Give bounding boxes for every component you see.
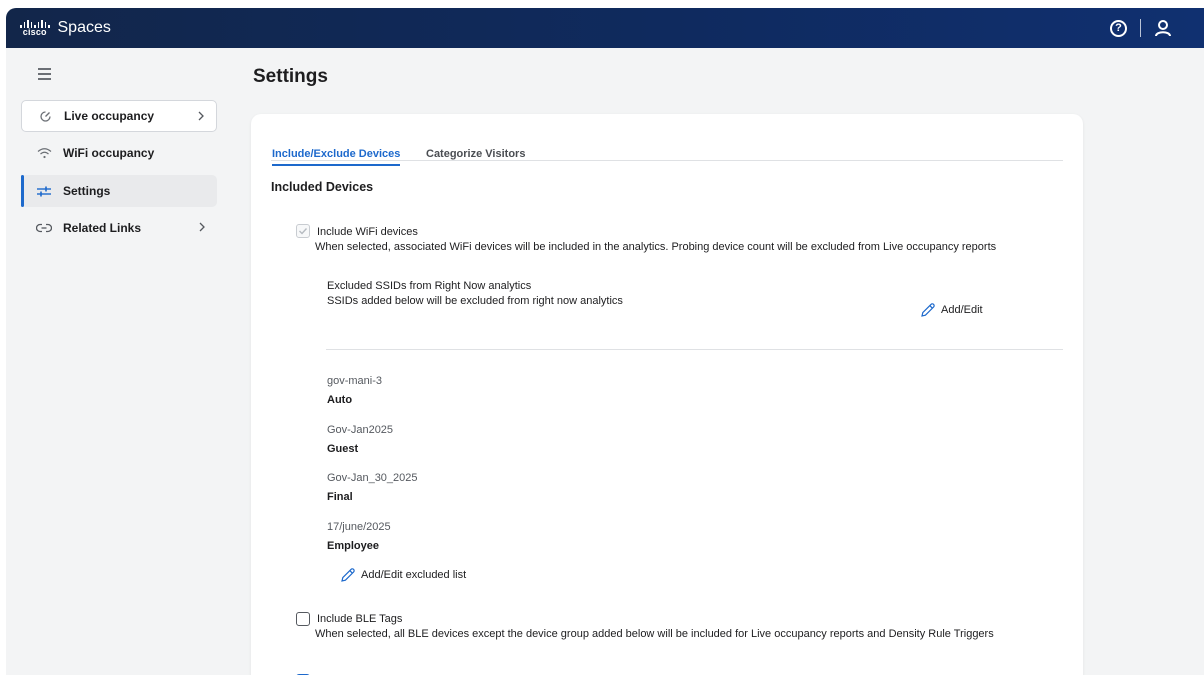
sidebar-item-related-links[interactable]: Related Links [21, 212, 217, 244]
add-edit-label: Add/Edit [941, 304, 983, 316]
include-wifi-label: Include WiFi devices [317, 226, 418, 238]
sidebar-item-label: Settings [63, 184, 111, 198]
sidebar-item-wifi-occupancy[interactable]: WiFi occupancy [21, 137, 217, 169]
sidebar: Live occupancy WiFi occupancy Settings R… [6, 48, 228, 675]
excluded-ssids-subtitle: SSIDs added below will be excluded from … [327, 295, 623, 307]
sidebar-item-label: Live occupancy [64, 109, 155, 123]
page-title: Settings [253, 66, 328, 87]
ssid-name: Gov-Jan2025 [327, 424, 394, 436]
include-wifi-checkbox[interactable] [296, 224, 310, 238]
add-edit-button[interactable]: Add/Edit [920, 302, 983, 318]
tab-include-exclude-devices[interactable]: Include/Exclude Devices [272, 148, 401, 166]
header-divider [1140, 19, 1141, 37]
ssid-type: Final [327, 491, 353, 503]
ssid-type: Employee [327, 540, 379, 552]
pencil-icon [921, 303, 935, 317]
help-icon[interactable]: ? [1110, 19, 1127, 37]
chevron-right-icon [198, 111, 204, 121]
include-wifi-description: When selected, associated WiFi devices w… [315, 241, 997, 253]
ssid-type: Auto [327, 394, 353, 406]
pencil-icon [341, 568, 355, 582]
user-icon[interactable] [1154, 19, 1172, 37]
section-title: Included Devices [271, 180, 374, 194]
cisco-logo: cisco [20, 19, 50, 37]
divider [326, 349, 1063, 350]
ssid-name: gov-mani-3 [327, 375, 383, 387]
include-ble-label: Include BLE Tags [317, 613, 403, 625]
menu-icon[interactable] [38, 68, 51, 80]
brand[interactable]: cisco Spaces [20, 19, 111, 37]
ssid-name: 17/june/2025 [327, 521, 391, 533]
include-ble-description: When selected, all BLE devices except th… [315, 628, 994, 640]
settings-card: Include/Exclude Devices Categorize Visit… [251, 114, 1083, 675]
link-icon [33, 223, 55, 233]
chevron-right-icon [199, 222, 205, 232]
sliders-icon [33, 185, 55, 198]
sidebar-item-label: Related Links [63, 221, 142, 235]
tab-bar: Include/Exclude Devices Categorize Visit… [271, 140, 1063, 166]
add-edit-excluded-list-button[interactable]: Add/Edit excluded list [340, 567, 466, 583]
sidebar-item-label: WiFi occupancy [63, 146, 155, 160]
top-actions: ? [1110, 8, 1204, 48]
app-window: cisco Spaces ? Live occupancy WiFi occup… [6, 8, 1204, 675]
occupancy-icon [34, 110, 56, 123]
sidebar-item-settings[interactable]: Settings [21, 175, 217, 207]
cisco-logo-word: cisco [22, 26, 47, 37]
ssid-type: Guest [327, 443, 359, 455]
sidebar-item-live-occupancy[interactable]: Live occupancy [21, 100, 217, 132]
add-edit-excluded-list-label: Add/Edit excluded list [361, 569, 467, 581]
ssid-name: Gov-Jan_30_2025 [327, 472, 418, 484]
tab-categorize-visitors[interactable]: Categorize Visitors [426, 148, 525, 160]
wifi-icon [33, 147, 55, 159]
top-bar: cisco Spaces ? [6, 8, 1204, 48]
excluded-ssids-title: Excluded SSIDs from Right Now analytics [327, 280, 532, 292]
app-name: Spaces [57, 19, 111, 36]
include-ble-checkbox[interactable] [296, 612, 310, 626]
